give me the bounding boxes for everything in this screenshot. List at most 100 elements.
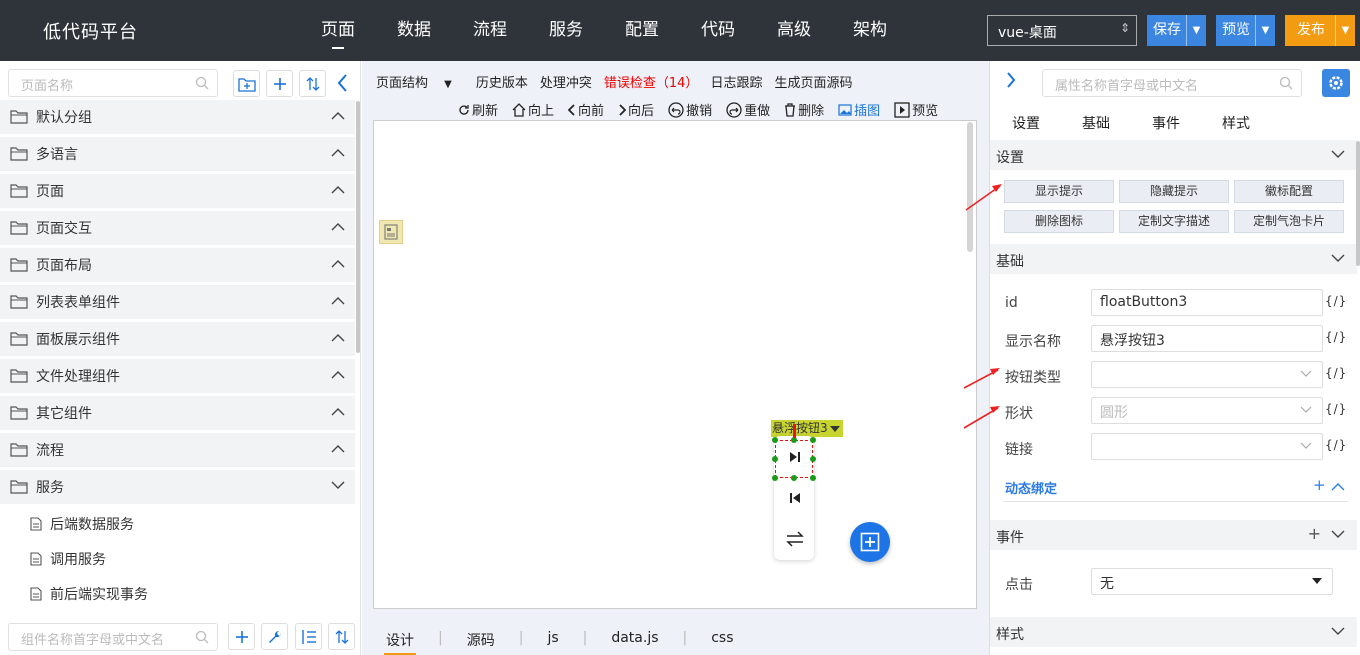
generate-source-button[interactable]: 生成页面源码 bbox=[774, 72, 852, 91]
resize-handle[interactable] bbox=[772, 437, 778, 443]
caret-down-icon[interactable]: ▼ bbox=[1335, 15, 1355, 46]
move-back-button[interactable]: 向后 bbox=[618, 100, 654, 119]
hide-tip-button[interactable]: 隐藏提示 bbox=[1119, 180, 1229, 203]
component-search-input[interactable]: 组件名称首字母或中文名 bbox=[8, 623, 218, 651]
tab-settings[interactable]: 设置 bbox=[1012, 113, 1040, 133]
platform-select[interactable]: vue-桌面 ⇕ bbox=[987, 15, 1137, 46]
sort-button[interactable] bbox=[299, 70, 326, 97]
tools-button[interactable] bbox=[261, 623, 288, 650]
move-up-button[interactable]: 向上 bbox=[512, 100, 554, 119]
display-name-input[interactable]: 悬浮按钮3 bbox=[1091, 325, 1323, 352]
nav-flow[interactable]: 流程 bbox=[452, 0, 528, 61]
refresh-button[interactable]: 刷新 bbox=[458, 100, 498, 119]
plus-icon[interactable]: + bbox=[1313, 476, 1326, 494]
group-service[interactable]: 服务 bbox=[0, 470, 355, 504]
add-folder-button[interactable] bbox=[233, 70, 260, 97]
click-event-select[interactable]: 无 bbox=[1091, 568, 1333, 595]
save-button[interactable]: 保存 ▼ bbox=[1147, 15, 1206, 46]
group-page[interactable]: 页面 bbox=[0, 174, 355, 208]
group-i18n[interactable]: 多语言 bbox=[0, 137, 355, 171]
float-add-button[interactable] bbox=[850, 522, 890, 562]
group-default[interactable]: 默认分组 bbox=[0, 100, 355, 134]
insert-image-button[interactable]: 插图 bbox=[838, 100, 880, 119]
tab-design[interactable]: 设计 bbox=[384, 630, 416, 655]
move-forward-button[interactable]: 向前 bbox=[568, 100, 604, 119]
group-panel-display[interactable]: 面板展示组件 bbox=[0, 322, 355, 356]
nav-service[interactable]: 服务 bbox=[528, 0, 604, 61]
chevron-right-icon[interactable] bbox=[1006, 71, 1016, 89]
settings-button[interactable] bbox=[1322, 69, 1350, 97]
error-check-button[interactable]: 错误检查（14） bbox=[604, 72, 699, 91]
caret-down-icon[interactable]: ▼ bbox=[1186, 15, 1206, 46]
tab-basic[interactable]: 基础 bbox=[1082, 113, 1110, 133]
tab-style[interactable]: 样式 bbox=[1222, 113, 1250, 133]
add-component-button[interactable] bbox=[228, 623, 255, 650]
chevron-up-icon[interactable] bbox=[1331, 482, 1345, 491]
shape-select[interactable]: 圆形 bbox=[1091, 397, 1323, 424]
expression-marker[interactable]: {/} bbox=[1325, 294, 1347, 308]
show-tip-button[interactable]: 显示提示 bbox=[1004, 180, 1114, 203]
list-item-backend-data-service[interactable]: 后端数据服务 bbox=[30, 514, 134, 534]
group-flow[interactable]: 流程 bbox=[0, 433, 355, 467]
collapse-left-icon[interactable] bbox=[336, 73, 348, 93]
publish-button[interactable]: 发布 ▼ bbox=[1285, 15, 1355, 46]
delete-icon-button[interactable]: 删除图标 bbox=[1004, 210, 1114, 233]
resize-handle[interactable] bbox=[810, 437, 816, 443]
nav-advanced[interactable]: 高级 bbox=[756, 0, 832, 61]
section-style[interactable]: 样式 bbox=[990, 617, 1357, 647]
plus-icon[interactable]: + bbox=[1308, 524, 1321, 543]
caret-down-icon[interactable]: ▼ bbox=[1255, 15, 1275, 46]
log-trace-button[interactable]: 日志跟踪 bbox=[710, 72, 762, 91]
nav-data[interactable]: 数据 bbox=[376, 0, 452, 61]
resize-handle[interactable] bbox=[810, 456, 816, 462]
page-structure-dropdown[interactable]: 页面结构 ▼ bbox=[376, 72, 464, 91]
preview-page-button[interactable]: 预览 bbox=[894, 100, 938, 119]
history-button[interactable]: 历史版本 bbox=[476, 72, 528, 91]
add-page-button[interactable] bbox=[266, 70, 293, 97]
redo-button[interactable]: 重做 bbox=[726, 100, 770, 119]
expression-marker[interactable]: {/} bbox=[1325, 438, 1347, 452]
selected-component-label[interactable]: 悬浮按钮3 bbox=[771, 420, 843, 437]
nav-page[interactable]: 页面 bbox=[300, 0, 376, 61]
tab-js[interactable]: js bbox=[547, 630, 558, 650]
preview-button[interactable]: 预览 ▼ bbox=[1216, 15, 1275, 46]
list-item-transaction[interactable]: 前后端实现事务 bbox=[30, 584, 148, 604]
group-page-layout[interactable]: 页面布局 bbox=[0, 248, 355, 282]
badge-config-button[interactable]: 徽标配置 bbox=[1234, 180, 1344, 203]
id-input[interactable]: floatButton3 bbox=[1091, 289, 1323, 316]
placeholder-component-icon[interactable] bbox=[379, 220, 403, 244]
undo-button[interactable]: 撤销 bbox=[668, 100, 712, 119]
expression-marker[interactable]: {/} bbox=[1325, 330, 1347, 344]
section-events[interactable]: 事件 + bbox=[990, 520, 1357, 550]
page-search-input[interactable]: 页面名称 bbox=[8, 69, 218, 97]
skip-back-icon[interactable] bbox=[789, 492, 801, 504]
list-order-button[interactable] bbox=[295, 623, 322, 650]
delete-button[interactable]: 删除 bbox=[784, 100, 824, 119]
right-scrollbar[interactable] bbox=[1356, 141, 1360, 266]
skip-forward-icon[interactable] bbox=[789, 451, 801, 463]
expression-marker[interactable]: {/} bbox=[1325, 366, 1347, 380]
section-settings[interactable]: 设置 bbox=[990, 140, 1357, 170]
conflict-button[interactable]: 处理冲突 bbox=[540, 72, 592, 91]
expression-marker[interactable]: {/} bbox=[1325, 402, 1347, 416]
property-search-input[interactable]: 属性名称首字母或中文名 bbox=[1042, 69, 1302, 97]
tab-css[interactable]: css bbox=[711, 630, 733, 650]
custom-popover-button[interactable]: 定制气泡卡片 bbox=[1234, 210, 1344, 233]
resize-handle[interactable] bbox=[791, 475, 797, 481]
dynamic-binding-label[interactable]: 动态绑定 bbox=[1005, 478, 1057, 497]
section-basic[interactable]: 基础 bbox=[990, 244, 1357, 274]
custom-text-button[interactable]: 定制文字描述 bbox=[1119, 210, 1229, 233]
tab-source[interactable]: 源码 bbox=[467, 630, 495, 650]
group-other[interactable]: 其它组件 bbox=[0, 396, 355, 430]
tab-events[interactable]: 事件 bbox=[1152, 113, 1180, 133]
resize-handle[interactable] bbox=[772, 456, 778, 462]
nav-config[interactable]: 配置 bbox=[604, 0, 680, 61]
nav-code[interactable]: 代码 bbox=[680, 0, 756, 61]
resize-handle[interactable] bbox=[772, 475, 778, 481]
resize-handle[interactable] bbox=[810, 475, 816, 481]
left-scrollbar[interactable] bbox=[356, 101, 360, 353]
swap-icon[interactable] bbox=[786, 531, 804, 547]
button-type-select[interactable] bbox=[1091, 361, 1323, 388]
tab-data-js[interactable]: data.js bbox=[611, 630, 658, 650]
group-file-processing[interactable]: 文件处理组件 bbox=[0, 359, 355, 393]
